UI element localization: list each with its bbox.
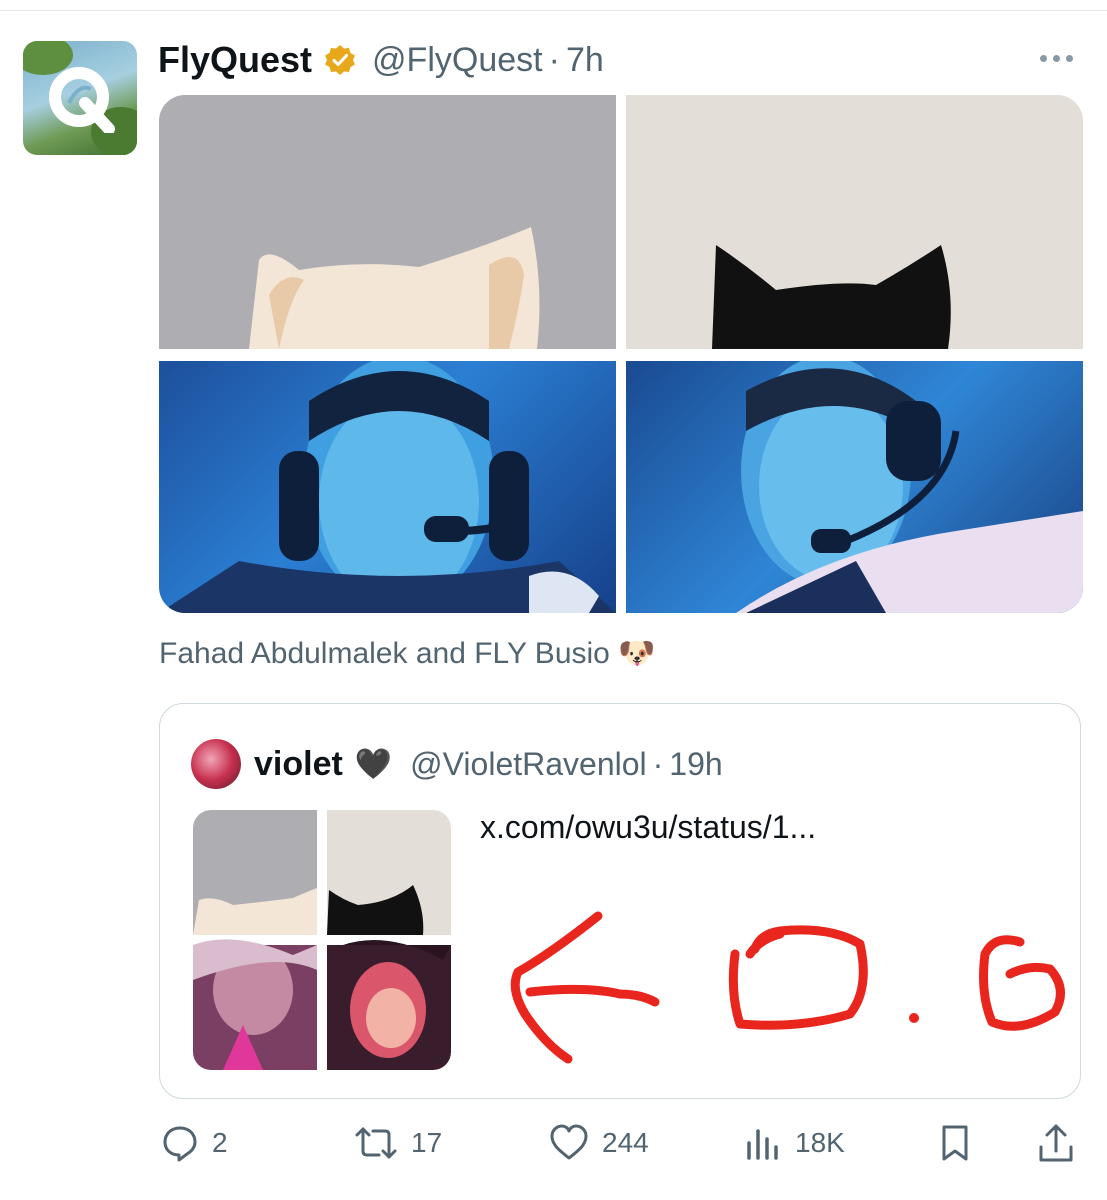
repost-icon <box>355 1127 397 1159</box>
grid-gap <box>159 349 616 361</box>
reply-icon <box>163 1126 197 1162</box>
media-image-right[interactable] <box>626 95 1083 613</box>
red-hand-drawing <box>510 911 1065 1064</box>
post-caption: Fahad Abdulmalek and FLY Busio 🐶 <box>159 637 656 670</box>
player-photo-busio <box>626 361 1083 613</box>
author-avatar[interactable] <box>23 41 137 155</box>
post-header: FlyQuest @FlyQuest · 7h <box>158 38 604 82</box>
separator-dot: · <box>548 40 560 79</box>
like-count: 244 <box>602 1127 649 1158</box>
share-icon <box>1039 1124 1073 1162</box>
quoted-post-header: violet 🖤 @VioletRavenlol · 19h <box>254 742 723 786</box>
quoted-link[interactable]: x.com/owu3u/status/1... <box>480 809 816 846</box>
grid-gap <box>626 349 1083 361</box>
drawing-dot <box>909 1013 919 1023</box>
bookmark-button[interactable] <box>937 1123 973 1163</box>
quoted-handle[interactable]: @VioletRavenlol <box>410 746 646 783</box>
media-grid <box>159 95 1083 613</box>
top-divider <box>0 10 1107 11</box>
quoted-post[interactable]: violet 🖤 @VioletRavenlol · 19h x.com/owu… <box>159 703 1081 1099</box>
more-icon[interactable] <box>1040 52 1080 64</box>
white-cat-photo <box>159 95 616 349</box>
author-display-name[interactable]: FlyQuest <box>158 39 312 81</box>
views-icon <box>747 1129 778 1160</box>
reply-count: 2 <box>212 1127 228 1158</box>
reply-button[interactable]: 2 <box>160 1123 228 1163</box>
repost-count: 17 <box>411 1127 443 1158</box>
separator-dot: · <box>652 745 664 782</box>
quoted-display-name[interactable]: violet <box>254 745 343 784</box>
like-icon <box>550 1124 588 1160</box>
bookmark-icon <box>942 1125 968 1161</box>
media-image-left[interactable] <box>159 95 616 613</box>
player-photo-fahad <box>159 361 616 613</box>
author-handle[interactable]: @FlyQuest <box>372 41 543 80</box>
post-timestamp[interactable]: 7h <box>566 41 604 80</box>
view-count: 18K <box>795 1127 845 1158</box>
like-button[interactable]: 244 <box>548 1123 649 1163</box>
quoted-author-avatar[interactable] <box>191 739 241 789</box>
repost-button[interactable]: 17 <box>353 1123 442 1163</box>
black-cat-photo <box>626 95 1083 349</box>
quoted-timestamp[interactable]: 19h <box>669 746 722 783</box>
verified-badge-icon[interactable] <box>324 44 356 76</box>
quoted-media-thumbnail[interactable] <box>193 810 451 1070</box>
views-button[interactable]: 18K <box>743 1123 845 1163</box>
action-bar: 2 17 244 18K <box>0 1115 1107 1175</box>
share-button[interactable] <box>1036 1123 1076 1165</box>
black-heart-emoji: 🖤 <box>354 747 393 781</box>
flyquest-logo-icon <box>49 67 115 133</box>
